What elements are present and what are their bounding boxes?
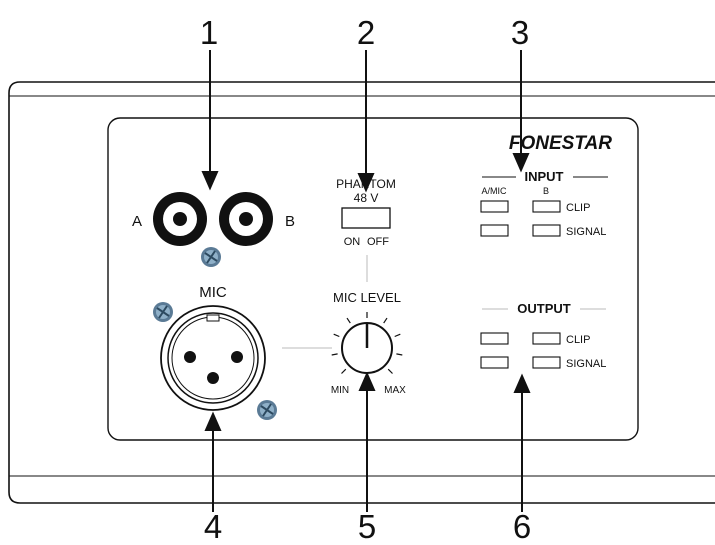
rca-jack-a[interactable] [153,192,207,246]
input-b-signal-led [532,224,561,237]
screw-icon [257,400,277,420]
output-right-signal-led [532,356,561,369]
callout-5: 5 [358,508,376,545]
input-title: INPUT [525,169,564,184]
output-left-signal-led [480,356,509,369]
output-signal-label: SIGNAL [566,358,606,370]
callout-6: 6 [513,508,531,545]
front-plate [107,117,639,441]
output-title: OUTPUT [517,301,571,316]
brand-logo: FONESTAR [509,133,612,154]
callout-2: 2 [357,14,375,51]
screw-icon [153,302,173,322]
phantom-switch[interactable] [341,207,391,229]
output-right-clip-led [532,332,561,345]
input-col-b-label: B [543,186,549,196]
phantom-off-label: OFF [367,236,389,248]
phantom-title: PHANTOM [336,177,396,191]
input-col-a-label: A/MIC [481,186,507,196]
mic-level-max-label: MAX [384,385,406,396]
input-signal-label: SIGNAL [566,226,606,238]
rca-label-a: A [132,213,142,230]
input-clip-label: CLIP [566,202,590,214]
input-b-clip-led [532,200,561,213]
front-panel-diagram: FONESTAR 1 2 3 4 5 6 A B MIC PHANTOM 48 … [8,14,715,545]
callout-1: 1 [200,14,218,51]
screw-icon [201,247,221,267]
rca-jack-b[interactable] [219,192,273,246]
mic-level-title: MIC LEVEL [333,290,401,305]
mic-level-min-label: MIN [331,385,349,396]
output-clip-label: CLIP [566,334,590,346]
phantom-voltage: 48 V [354,191,379,205]
callout-4: 4 [204,508,222,545]
input-a-signal-led [480,224,509,237]
phantom-on-label: ON [344,236,361,248]
rca-label-b: B [285,213,295,230]
mic-label: MIC [199,284,227,301]
input-a-clip-led [480,200,509,213]
output-left-clip-led [480,332,509,345]
callout-3: 3 [511,14,529,51]
